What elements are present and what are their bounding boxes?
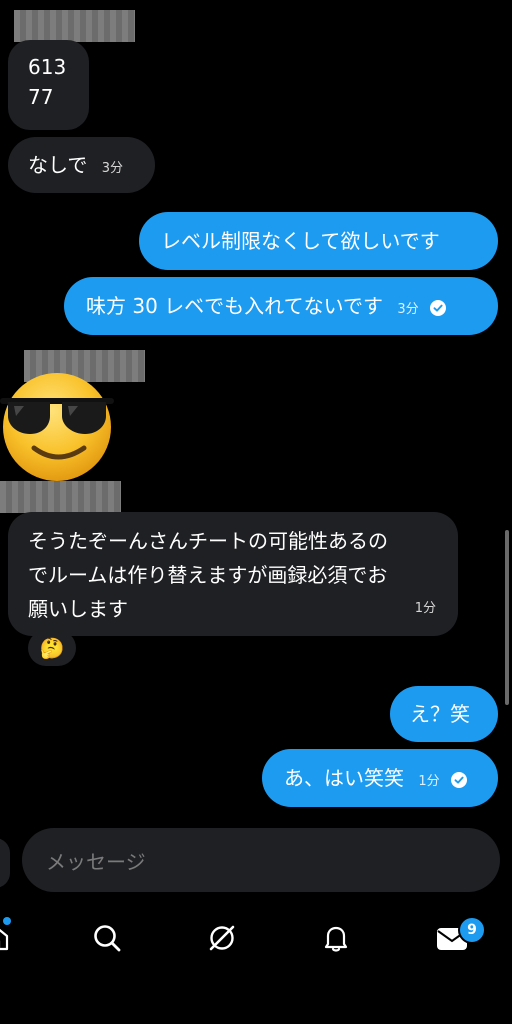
- message-text: あ、はい笑笑: [284, 766, 404, 790]
- grok-icon[interactable]: [202, 918, 242, 958]
- redacted-username: [0, 481, 121, 513]
- message-text: なしで: [28, 153, 88, 177]
- redacted-username: [14, 10, 135, 42]
- sunglasses-emoji-icon[interactable]: [0, 368, 118, 486]
- message-text-line: 613: [28, 55, 67, 79]
- notifications-icon[interactable]: [316, 918, 356, 958]
- message-text-line: でルームは作り替えますが画録必須でお: [28, 563, 388, 587]
- message-text-line: 77: [28, 85, 54, 109]
- message-text-line: そうたぞーんさんチートの可能性あるの: [28, 529, 388, 553]
- message-incoming[interactable]: そうたぞーんさんチートの可能性あるの でルームは作り替えますが画録必須でお 願い…: [8, 512, 458, 636]
- message-input[interactable]: メッセージ: [22, 828, 500, 892]
- message-input-placeholder: メッセージ: [46, 849, 146, 874]
- message-outgoing[interactable]: 味方 30 レベでも入れてないです 3分: [64, 277, 498, 335]
- message-outgoing[interactable]: え？笑: [390, 686, 498, 742]
- messages-badge: 9: [458, 916, 486, 944]
- dm-conversation-screen: 613 77 なしで 3分 レベル制限なくして欲しいです 味方 30 レベでも入…: [0, 0, 512, 1024]
- message-text-line: 願いします: [28, 597, 128, 621]
- message-text: レベル制限なくして欲しいです: [161, 229, 440, 253]
- search-icon[interactable]: [87, 918, 127, 958]
- message-incoming[interactable]: なしで 3分: [8, 137, 155, 193]
- message-timestamp: 3分: [397, 302, 419, 317]
- message-incoming[interactable]: 613 77: [8, 40, 89, 130]
- bottom-tab-bar: [0, 900, 512, 980]
- message-timestamp: 3分: [101, 161, 124, 176]
- message-timestamp: 1分: [414, 601, 436, 616]
- message-text: 味方 30 レベでも入れてないです: [86, 294, 383, 318]
- thinking-emoji-icon: 🤔: [39, 636, 65, 660]
- read-check-icon: [451, 771, 467, 788]
- message-outgoing[interactable]: レベル制限なくして欲しいです: [139, 212, 498, 270]
- home-icon[interactable]: [0, 918, 16, 958]
- composer-action-button[interactable]: [0, 838, 10, 888]
- message-outgoing[interactable]: あ、はい笑笑 1分: [262, 749, 498, 807]
- read-check-icon: [429, 299, 446, 316]
- message-reaction[interactable]: 🤔: [28, 630, 76, 666]
- message-timestamp: 1分: [418, 774, 440, 789]
- message-text: え？笑: [410, 702, 470, 726]
- scrollbar[interactable]: [505, 530, 509, 705]
